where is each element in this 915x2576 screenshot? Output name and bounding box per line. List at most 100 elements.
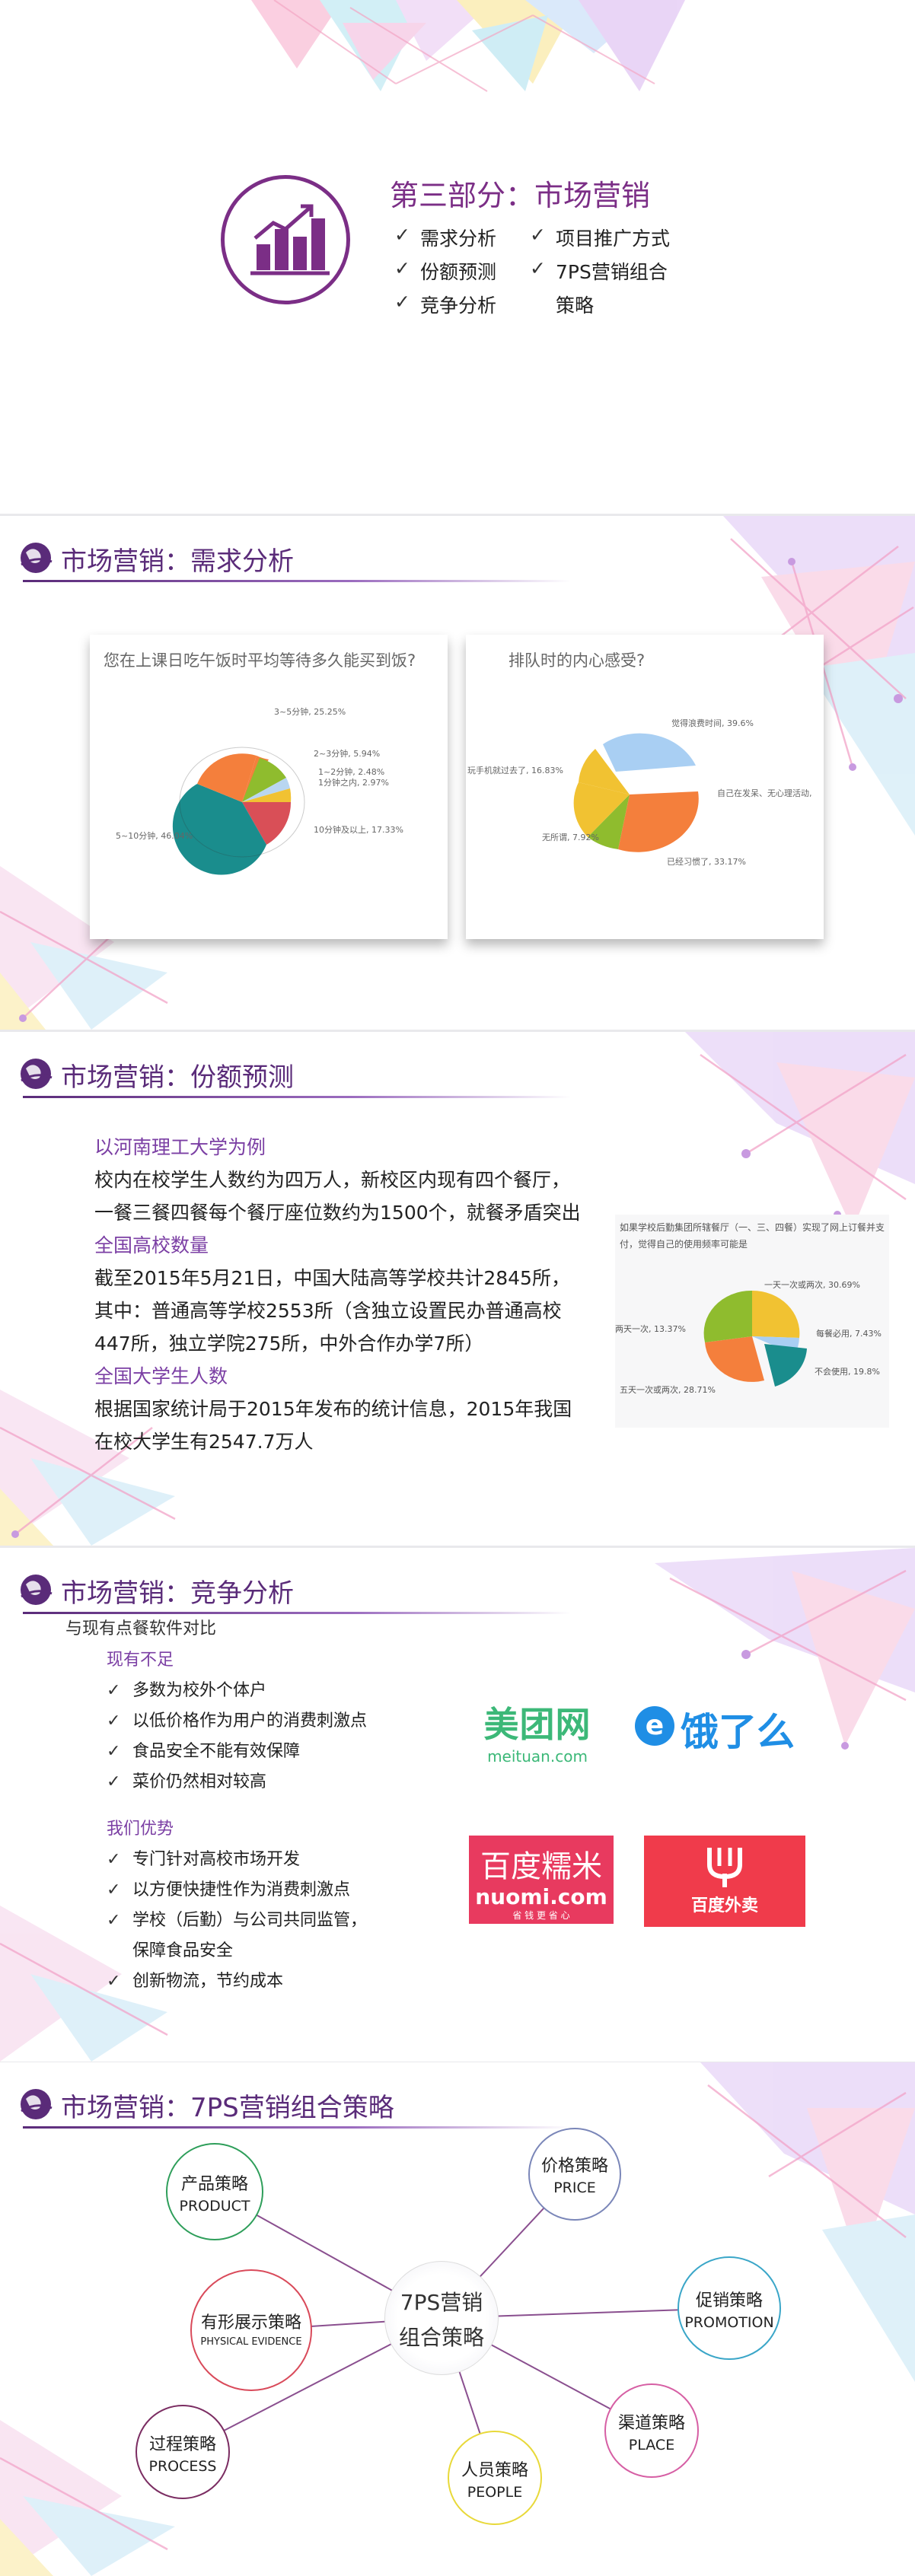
slide-competition: 市场营销：竞争分析 与现有点餐软件对比 现有不足 多数为校外个体户 以低价格作为… (0, 1548, 915, 2062)
pie-label: 3~5分钟, 25.25% (274, 706, 346, 717)
advantage-item-continued: 保障食品安全 (132, 1941, 234, 1960)
nuomi-logo-cn: 百度糯米 (480, 1849, 602, 1884)
bar-chart-icon (250, 204, 330, 275)
chart-question: 排队时的内心感受? (509, 651, 646, 670)
chart-question: 您在上课日吃午饭时平均等待多久能买到饭? (104, 651, 416, 670)
node-label-en: PRICE (553, 2180, 596, 2196)
node-label-cn: 促销策略 (695, 2291, 763, 2310)
slide-title: 市场营销：份额预测 (61, 1062, 294, 1093)
node-label-en: PEOPLE (467, 2484, 523, 2501)
share-text-block: 以河南理工大学为例 校内在校学生人数约为四万人，新校区内现有四个餐厅，一餐三餐四… (94, 1131, 582, 1458)
meituan-logo: 美团网 meituan.com (477, 1697, 598, 1766)
paragraph-students: 根据国家统计局于2015年发布的统计信息，2015年我国在校大学生有2547.7… (94, 1398, 572, 1453)
node-label-cn: 人员策略 (461, 2461, 528, 2480)
advantage-item: 学校（后勤）与公司共同监管， (107, 1906, 367, 1936)
node-label-en: PHYSICAL EVIDENCE (200, 2336, 302, 2348)
section-item-promotion: 项目推广方式 (530, 224, 670, 251)
pie-label: 10分钟及以上, 17.33% (314, 824, 403, 835)
section-title: 第三部分：市场营销 (390, 179, 651, 212)
node-product: 产品策略 PRODUCT (166, 2143, 263, 2240)
pie-label: 觉得浪费时间, 39.6% (671, 718, 754, 728)
paragraph-schools: 截至2015年5月21日，中国大陆高等学校共计2845所，其中：普通高等学校25… (94, 1267, 570, 1355)
node-promotion: 促销策略 PROMOTION (677, 2256, 781, 2360)
node-label-en: PROMOTION (684, 2314, 774, 2331)
center-line-1: 7PS营销 (400, 2290, 483, 2315)
meituan-logo-cn: 美团网 (483, 1704, 591, 1745)
pie-label: 5~10分钟, 46.04% (116, 830, 193, 841)
slide-demand: 市场营销：需求分析 您在上课日吃午饭时平均等待多久能买到饭? 3~5分钟, 25… (0, 516, 915, 1030)
eleme-logo: e 饿了么 (635, 1702, 818, 1755)
node-place: 渠道策略 PLACE (604, 2383, 699, 2478)
heading-students: 全国大学生人数 (94, 1365, 228, 1387)
node-label-cn: 有形展示策略 (200, 2313, 301, 2332)
eleme-logo-text: 饿了么 (681, 1710, 795, 1754)
pie-label: 自己在发呆、无心理活动, (717, 788, 812, 798)
chart-caption: 如果学校后勤集团所辖餐厅（一、三、四餐）实现了网上订餐并支付，觉得自己的使用频率… (620, 1222, 885, 1250)
node-price: 价格策略 PRICE (528, 2128, 621, 2221)
heading-schools: 全国高校数量 (94, 1234, 209, 1256)
chart-card-feeling: 排队时的内心感受? 觉得浪费时间, 39.6% 自己在发呆、无心理活动, 已经习… (466, 635, 824, 939)
nuomi-tagline: 省 钱 更 省 心 (512, 1910, 570, 1921)
wait-time-pie-chart: 3~5分钟, 25.25% 2~3分钟, 5.94% 1~2分钟, 2.48% … (116, 706, 403, 875)
section-item-demand: 需求分析 (394, 224, 496, 251)
title-underline (23, 580, 571, 582)
slide-title: 市场营销：需求分析 (61, 546, 294, 577)
section-item-competition: 竞争分析 (394, 291, 496, 318)
slide-share-forecast: 市场营销：份额预测 以河南理工大学为例 校内在校学生人数约为四万人，新校区内现有… (0, 1032, 915, 1546)
globe-icon (21, 1575, 53, 1605)
chart-card-wait-time: 您在上课日吃午饭时平均等待多久能买到饭? 3~5分钟, 25.25% 2~3分钟… (90, 635, 448, 939)
7ps-center-node: 7PS营销 组合策略 (384, 2261, 499, 2375)
node-label-cn: 渠道策略 (617, 2414, 685, 2433)
eleme-e-icon: e (635, 1706, 674, 1746)
pie-label: 两天一次, 13.37% (615, 1323, 686, 1334)
paragraph-case: 校内在校学生人数约为四万人，新校区内现有四个餐厅，一餐三餐四餐每个餐厅座位数约为… (94, 1169, 581, 1224)
node-label-en: PRODUCT (179, 2198, 250, 2215)
node-label-en: PLACE (628, 2437, 675, 2453)
pie-label: 2~3分钟, 5.94% (314, 748, 380, 759)
node-evidence: 有形展示策略 PHYSICAL EVIDENCE (190, 2269, 312, 2391)
pie-label: 不会使用, 19.8% (815, 1367, 880, 1377)
meituan-logo-en: meituan.com (487, 1747, 588, 1766)
usage-pie-chart: 一天一次或两次, 30.69% 每餐必用, 7.43% 不会使用, 19.8% … (615, 1279, 882, 1395)
pie-label: 1~2分钟, 2.48% (318, 766, 384, 777)
advantage-block: 我们优势 专门针对高校市场开发 以方便快捷性作为消费刺激点 学校（后勤）与公司共… (107, 1814, 367, 1997)
pie-slices (703, 1290, 807, 1387)
fork-icon (707, 1848, 742, 1887)
pie-label: 玩手机就过去了, 16.83% (467, 765, 563, 775)
section-item-7ps: 7PS营销组合 (530, 257, 668, 285)
center-line-2: 组合策略 (398, 2325, 484, 2350)
pie-label: 无所谓, 7.92% (542, 833, 599, 842)
advantage-item: 专门针对高校市场开发 (107, 1845, 367, 1875)
slide-7ps: 市场营销：7PS营销组合策略 7PS营销 组合策略 产品策略 PRODUCT 价… (0, 2062, 915, 2576)
pie-label: 已经习惯了, 33.17% (667, 856, 746, 867)
slide-title: 市场营销：竞争分析 (61, 1578, 294, 1609)
title-underline (23, 1096, 571, 1098)
node-label-en: PROCESS (148, 2458, 217, 2475)
weakness-item: 食品安全不能有效保障 (107, 1737, 367, 1767)
advantage-heading: 我们优势 (107, 1820, 174, 1839)
pie-label: 每餐必用, 7.43% (816, 1328, 882, 1339)
usage-chart-panel: 如果学校后勤集团所辖餐厅（一、三、四餐）实现了网上订餐并支付，觉得自己的使用频率… (615, 1215, 889, 1428)
weakness-item: 多数为校外个体户 (107, 1676, 367, 1706)
weakness-item: 以低价格作为用户的消费刺激点 (107, 1706, 367, 1737)
advantage-item: 以方便快捷性作为消费刺激点 (107, 1875, 367, 1906)
weakness-item: 菜价仍然相对较高 (107, 1767, 367, 1797)
node-label-cn: 过程策略 (148, 2435, 216, 2454)
slide-section-title: 第三部分：市场营销 需求分析 项目推广方式 份额预测 7PS营销组合 竞争分析 … (0, 0, 915, 514)
pie-label: 一天一次或两次, 30.69% (764, 1279, 860, 1290)
node-process: 过程策略 PROCESS (135, 2405, 230, 2499)
node-people: 人员策略 PEOPLE (448, 2431, 542, 2525)
globe-icon (21, 1059, 53, 1089)
globe-icon (21, 543, 53, 573)
nuomi-logo-en: nuomi.com (475, 1884, 607, 1909)
baidu-waimai-text: 百度外卖 (690, 1896, 758, 1915)
baidu-waimai-logo: 百度外卖 (644, 1836, 805, 1927)
pie-label: 1分钟之内, 2.97% (318, 777, 389, 788)
node-label-cn: 产品策略 (180, 2175, 248, 2194)
weakness-heading: 现有不足 (107, 1651, 174, 1670)
weakness-block: 现有不足 多数为校外个体户 以低价格作为用户的消费刺激点 食品安全不能有效保障 … (107, 1645, 367, 1797)
pie-label: 五天一次或两次, 28.71% (620, 1384, 716, 1395)
section-item-strategy: 策略 (556, 295, 595, 317)
nuomi-logo: 百度糯米 nuomi.com 省 钱 更 省 心 (469, 1836, 614, 1924)
feeling-pie-chart: 觉得浪费时间, 39.6% 自己在发呆、无心理活动, 已经习惯了, 33.17%… (467, 718, 812, 867)
